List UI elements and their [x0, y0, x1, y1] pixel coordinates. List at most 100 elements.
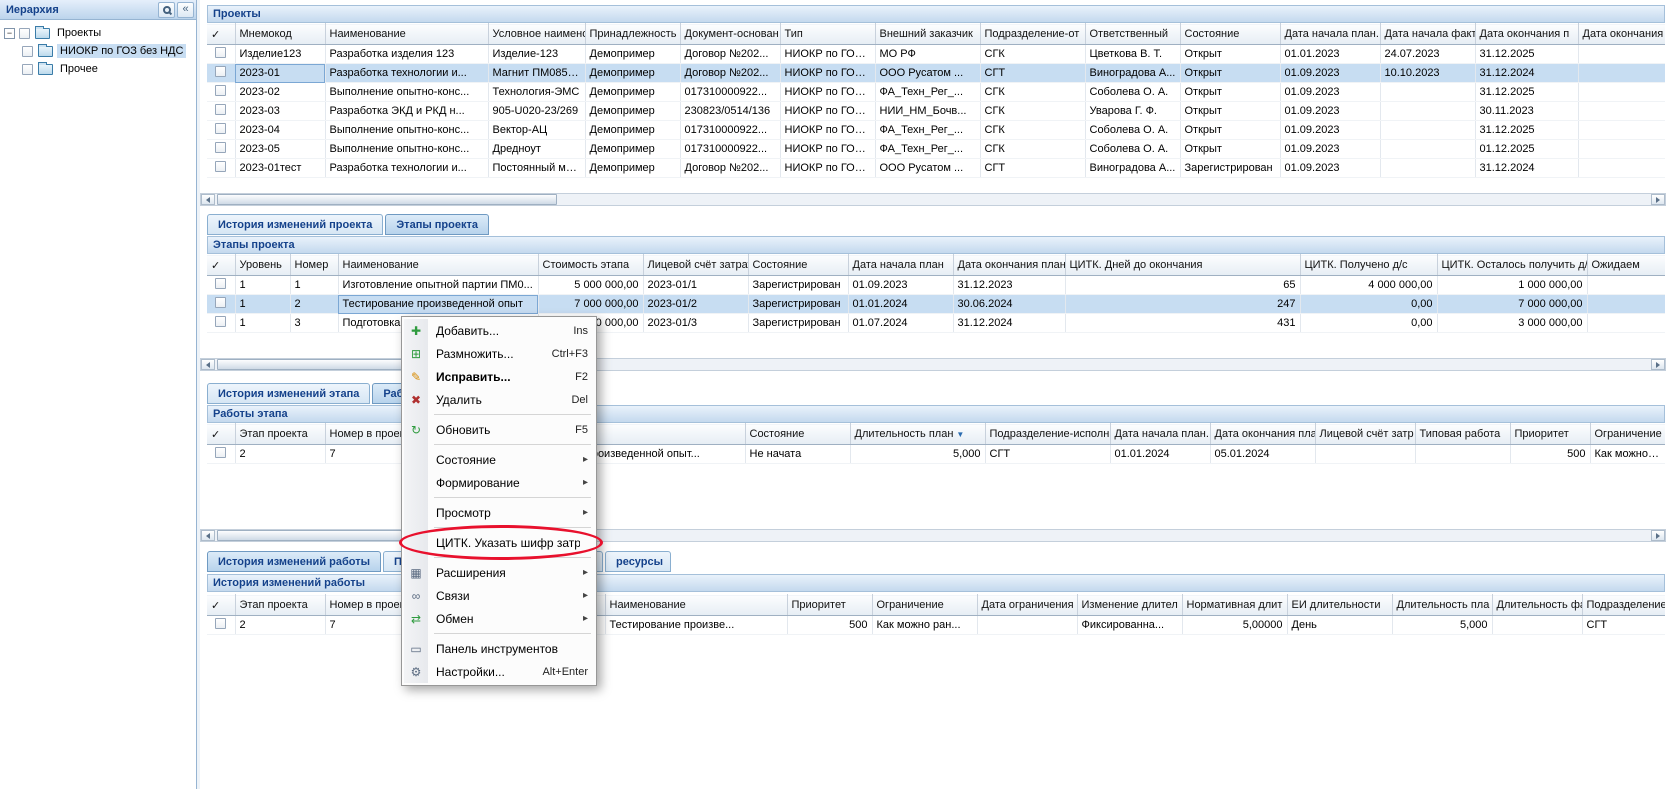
table-cell[interactable]: Открыт: [1180, 102, 1280, 121]
table-cell[interactable]: 31.12.2025: [1475, 45, 1578, 64]
column-header[interactable]: Лицевой счёт затрат: [643, 255, 748, 276]
menu-item[interactable]: ✎Исправить...F2: [404, 365, 594, 388]
column-header[interactable]: Нормативная длит: [1182, 595, 1287, 616]
table-cell[interactable]: [1380, 140, 1475, 159]
table-cell[interactable]: 01.09.2023: [1280, 121, 1380, 140]
table-cell[interactable]: МО РФ: [875, 45, 980, 64]
table-cell[interactable]: Разработка ЭКД и РКД н...: [325, 102, 488, 121]
table-cell[interactable]: НИОКР по ГОЗ ...: [780, 45, 875, 64]
table-cell[interactable]: Фиксированна...: [1077, 616, 1182, 635]
table-cell[interactable]: Вектор-АЦ: [488, 121, 585, 140]
table-cell[interactable]: Демопример: [585, 121, 680, 140]
column-header[interactable]: Длительность фак: [1492, 595, 1582, 616]
column-header[interactable]: Наименование: [605, 595, 787, 616]
table-cell[interactable]: Соболева О. А.: [1085, 83, 1180, 102]
table-cell[interactable]: СГТ: [1582, 616, 1665, 635]
column-header[interactable]: Приоритет: [1510, 424, 1590, 445]
tab[interactable]: История изменений этапа: [207, 383, 370, 404]
column-header[interactable]: ✓: [207, 24, 235, 45]
table-cell[interactable]: 31.12.2024: [953, 314, 1065, 333]
row-checkbox[interactable]: [215, 104, 226, 115]
table-cell[interactable]: ООО Русатом ...: [875, 64, 980, 83]
scroll-left-button[interactable]: [201, 359, 215, 370]
row-checkbox[interactable]: [215, 618, 226, 629]
table-row[interactable]: 2023-01Разработка технологии и...Магнит …: [207, 64, 1665, 83]
table-cell[interactable]: [1587, 276, 1665, 295]
table-cell[interactable]: 2023-01/1: [643, 276, 748, 295]
table-cell[interactable]: 0,00: [1300, 314, 1437, 333]
table-cell[interactable]: 31.12.2025: [1475, 121, 1578, 140]
tab[interactable]: История изменений проекта: [207, 214, 383, 235]
table-cell[interactable]: Демопример: [585, 83, 680, 102]
table-row[interactable]: 11Изготовление опытной партии ПМ0...5 00…: [207, 276, 1665, 295]
table-cell[interactable]: 01.09.2023: [1280, 102, 1380, 121]
table-cell[interactable]: 2023-01/3: [643, 314, 748, 333]
table-cell[interactable]: Виноградова А...: [1085, 64, 1180, 83]
row-checkbox[interactable]: [215, 142, 226, 153]
tree-item-label[interactable]: Проекты: [54, 26, 104, 40]
tree-item[interactable]: НИОКР по ГОЗ без НДС: [0, 42, 196, 60]
column-header[interactable]: ✓: [207, 424, 235, 445]
table-cell[interactable]: 65: [1065, 276, 1300, 295]
table-cell[interactable]: Постоянный маг...: [488, 159, 585, 178]
menu-item[interactable]: ⊞Размножить...Ctrl+F3: [404, 342, 594, 365]
table-cell[interactable]: 3: [290, 314, 338, 333]
table-cell[interactable]: 30.06.2024: [953, 295, 1065, 314]
table-cell[interactable]: 017310000922...: [680, 121, 780, 140]
table-cell[interactable]: [1380, 159, 1475, 178]
column-header[interactable]: Условное наименова: [488, 24, 585, 45]
tree-checkbox[interactable]: [22, 46, 33, 57]
table-cell[interactable]: [1578, 45, 1665, 64]
table-cell[interactable]: Открыт: [1180, 121, 1280, 140]
table-cell[interactable]: НИОКР по ГОЗ ...: [780, 121, 875, 140]
column-header[interactable]: ЦИТК. Получено д/с: [1300, 255, 1437, 276]
table-row[interactable]: 2023-01тестРазработка технологии и...Пос…: [207, 159, 1665, 178]
table-cell[interactable]: Договор №202...: [680, 64, 780, 83]
table-row[interactable]: 12Тестирование произведенной опыт7 000 0…: [207, 295, 1665, 314]
table-cell[interactable]: 1: [290, 276, 338, 295]
column-header[interactable]: Дата окончания план: [953, 255, 1065, 276]
table-cell[interactable]: Зарегистрирован: [748, 314, 848, 333]
table-cell[interactable]: 01.09.2023: [848, 276, 953, 295]
table-cell[interactable]: Разработка технологии и...: [325, 159, 488, 178]
column-header[interactable]: ЦИТК. Дней до окончания: [1065, 255, 1300, 276]
table-row[interactable]: Изделие123Разработка изделия 123Изделие-…: [207, 45, 1665, 64]
table-cell[interactable]: 7 000 000,00: [1437, 295, 1587, 314]
table-cell[interactable]: 01.12.2025: [1475, 140, 1578, 159]
column-header[interactable]: Дата окончания план: [1210, 424, 1315, 445]
table-cell[interactable]: СГК: [980, 121, 1085, 140]
table-cell[interactable]: НИИ_НМ_Бочв...: [875, 102, 980, 121]
column-header[interactable]: Дата начала факт: [1380, 24, 1475, 45]
column-header[interactable]: ✓: [207, 255, 235, 276]
table-cell[interactable]: 31.12.2023: [953, 276, 1065, 295]
row-checkbox[interactable]: [215, 47, 226, 58]
table-cell[interactable]: 01.07.2024: [848, 314, 953, 333]
table-cell[interactable]: Тестирование произведенной опыт: [338, 295, 538, 314]
table-cell[interactable]: ФА_Техн_Рег_...: [875, 121, 980, 140]
tree-item-label[interactable]: НИОКР по ГОЗ без НДС: [57, 44, 186, 58]
table-cell[interactable]: 431: [1065, 314, 1300, 333]
column-header[interactable]: Длительность план▼: [850, 424, 985, 445]
table-cell[interactable]: [977, 616, 1077, 635]
table-cell[interactable]: [1380, 121, 1475, 140]
table-cell[interactable]: НИОКР по ГОЗ ...: [780, 83, 875, 102]
table-cell[interactable]: 2023-01/2: [643, 295, 748, 314]
table-cell[interactable]: [1587, 314, 1665, 333]
table-cell[interactable]: 7 000 000,00: [538, 295, 643, 314]
table-cell[interactable]: 24.07.2023: [1380, 45, 1475, 64]
menu-item[interactable]: ✚Добавить...Ins: [404, 319, 594, 342]
table-cell[interactable]: Виноградова А...: [1085, 159, 1180, 178]
column-header[interactable]: Наименование: [325, 24, 488, 45]
table-cell[interactable]: ООО Русатом ...: [875, 159, 980, 178]
menu-item[interactable]: ∞Связи▸: [404, 584, 594, 607]
table-cell[interactable]: Открыт: [1180, 45, 1280, 64]
table-cell[interactable]: 2: [290, 295, 338, 314]
column-header[interactable]: Номер: [290, 255, 338, 276]
table-cell[interactable]: Демопример: [585, 140, 680, 159]
table-row[interactable]: 2023-05Выполнение опытно-конс...Дредноут…: [207, 140, 1665, 159]
collapse-panel-button[interactable]: «: [177, 2, 194, 18]
menu-item[interactable]: ▭Панель инструментов: [404, 637, 594, 660]
table-cell[interactable]: 5,000: [1392, 616, 1492, 635]
table-cell[interactable]: [1587, 295, 1665, 314]
column-header[interactable]: Стоимость этапа: [538, 255, 643, 276]
